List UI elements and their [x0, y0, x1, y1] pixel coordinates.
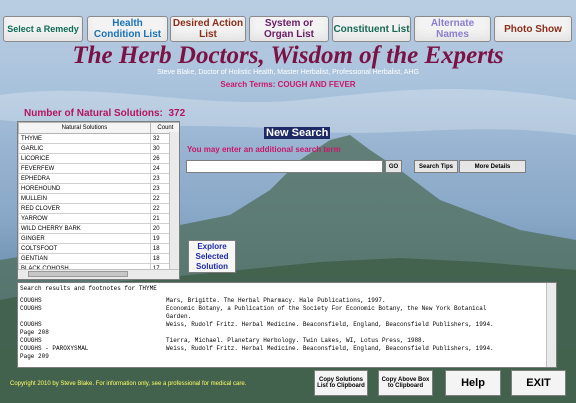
tab-label: System or Organ List	[263, 18, 314, 40]
result-term: COUGHS - PAROXYSMAL	[20, 345, 89, 352]
tab-label: Photo Show	[504, 23, 562, 35]
result-term: COUGHS	[20, 337, 42, 344]
more-details-button[interactable]: More Details	[459, 160, 526, 173]
solution-name: LICORICE	[18, 153, 151, 164]
tab-label: Constituent List	[333, 23, 410, 35]
solution-name: GENTIAN	[18, 253, 151, 264]
solution-name: WILD CHERRY BARK	[18, 223, 151, 234]
tab-alternate-names[interactable]: Alternate Names	[414, 16, 491, 42]
result-term: Page 208	[20, 329, 49, 336]
solutions-grid[interactable]: Natural Solutions Count THYME 32 GARLIC 30 L…	[17, 121, 180, 280]
tab-label: Alternate Names	[430, 18, 475, 40]
grid-vertical-scrollbar[interactable]	[169, 132, 179, 271]
result-reference: Mars, Brigitte. The Herbal Pharmacy. Hal…	[166, 297, 386, 304]
app-title: The Herb Doctors, Wisdom of the Experts	[72, 42, 504, 69]
tab-label: Desired Action List	[172, 18, 244, 40]
tab-label: Select a Remedy	[7, 23, 79, 34]
table-row[interactable]: GARLIC 30	[18, 143, 179, 154]
results-scrollbar[interactable]	[546, 283, 556, 367]
author-subtitle: Steve Blake, Doctor of Holistic Health, …	[157, 69, 419, 76]
solution-name: THYME	[18, 133, 151, 144]
search-prompt: You may enter an additional search term	[187, 145, 341, 154]
result-reference: Weiss, Rudolf Fritz. Herbal Medicine. Be…	[166, 321, 494, 328]
result-term: COUGHS	[20, 321, 42, 328]
table-row[interactable]: EPHEDRA 23	[18, 173, 179, 184]
tab-system-organ[interactable]: System or Organ List	[249, 16, 329, 42]
table-row[interactable]: THYME 32	[18, 133, 179, 144]
copy-solutions-button[interactable]: Copy Solutions List to Clipboard	[314, 370, 368, 396]
solution-name: HOREHOUND	[18, 183, 151, 194]
table-row[interactable]: GINGER 19	[18, 233, 179, 244]
new-search-button[interactable]: New Search	[264, 127, 331, 139]
solution-name: GINGER	[18, 233, 151, 244]
go-button[interactable]: GO	[385, 160, 402, 173]
results-lines: COUGHS Mars, Brigitte. The Herbal Pharmac…	[18, 295, 556, 363]
solution-name: COLTSFOOT	[18, 243, 151, 254]
exit-button[interactable]: EXIT	[511, 370, 566, 396]
result-line: Page 209	[20, 353, 554, 361]
solution-name: EPHEDRA	[18, 173, 151, 184]
solution-name: YARROW	[18, 213, 151, 224]
scroll-thumb[interactable]	[28, 271, 128, 277]
table-row[interactable]: FEVERFEW 24	[18, 163, 179, 174]
result-line: Page 208	[20, 329, 554, 337]
table-row[interactable]: GENTIAN 18	[18, 253, 179, 264]
search-terms: Search Terms: COUGH AND FEVER	[220, 80, 356, 89]
table-row[interactable]: HOREHOUND 23	[18, 183, 179, 194]
table-row[interactable]: LICORICE 26	[18, 153, 179, 164]
result-reference: Garden.	[166, 313, 192, 320]
result-reference: Weiss, Rudolf Fritz. Herbal Medicine. Be…	[166, 345, 494, 352]
table-row[interactable]: YARROW 21	[18, 213, 179, 224]
table-row[interactable]: COLTSFOOT 18	[18, 243, 179, 254]
search-input[interactable]	[186, 160, 383, 173]
result-term: Page 209	[20, 353, 49, 360]
result-line: COUGHS Mars, Brigitte. The Herbal Pharmac…	[20, 297, 554, 305]
result-line: COUGHS Tierra, Michael. Planetary Herbolo…	[20, 337, 554, 345]
count-value: 372	[168, 108, 186, 119]
nav-tabs: Select a Remedy Health Condition List De…	[0, 16, 576, 42]
grid-header-row: Natural Solutions Count	[18, 122, 179, 134]
col-header-name[interactable]: Natural Solutions	[18, 122, 151, 134]
result-line: Garden.	[20, 313, 554, 321]
tab-photo-show[interactable]: Photo Show	[494, 16, 572, 42]
tab-select-remedy[interactable]: Select a Remedy	[3, 16, 83, 42]
solution-name: GARLIC	[18, 143, 151, 154]
result-term	[20, 313, 166, 321]
solutions-count-label: Number of Natural Solutions: 372	[24, 108, 185, 119]
result-term: COUGHS	[20, 297, 42, 304]
count-label-text: Number of Natural Solutions:	[24, 108, 163, 119]
grid-horizontal-scrollbar[interactable]	[18, 269, 179, 279]
help-button[interactable]: Help	[445, 370, 501, 396]
tab-desired-action[interactable]: Desired Action List	[170, 16, 246, 42]
tab-label: Health Condition List	[93, 18, 162, 40]
result-line: COUGHS Economic Botany, a Publication of …	[20, 305, 554, 313]
table-row[interactable]: RED CLOVER 22	[18, 203, 179, 214]
tab-health-condition[interactable]: Health Condition List	[87, 16, 168, 42]
copy-box-button[interactable]: Copy Above Box to Clipboard	[378, 370, 433, 396]
solution-name: RED CLOVER	[18, 203, 151, 214]
explore-solution-button[interactable]: Explore Selected Solution	[188, 240, 236, 273]
table-row[interactable]: MULLEIN 22	[18, 193, 179, 204]
result-reference: Economic Botany, a Publication of the So…	[166, 305, 487, 312]
result-line: COUGHS - PAROXYSMAL Weiss, Rudolf Fritz. …	[20, 345, 554, 353]
result-term: COUGHS	[20, 305, 42, 312]
results-heading: Search results and footnotes for THYME	[20, 285, 157, 292]
results-box[interactable]: Search results and footnotes for THYME C…	[17, 282, 557, 368]
table-row[interactable]: WILD CHERRY BARK 20	[18, 223, 179, 234]
solution-name: FEVERFEW	[18, 163, 151, 174]
search-tips-button[interactable]: Search Tips	[414, 160, 458, 173]
result-reference: Tierra, Michael. Planetary Herbology. Tw…	[166, 337, 426, 344]
tab-constituent-list[interactable]: Constituent List	[332, 16, 411, 42]
result-line: COUGHS Weiss, Rudolf Fritz. Herbal Medici…	[20, 321, 554, 329]
copyright-text: Copyright 2010 by Steve Blake. For infor…	[10, 381, 247, 387]
solution-name: MULLEIN	[18, 193, 151, 204]
